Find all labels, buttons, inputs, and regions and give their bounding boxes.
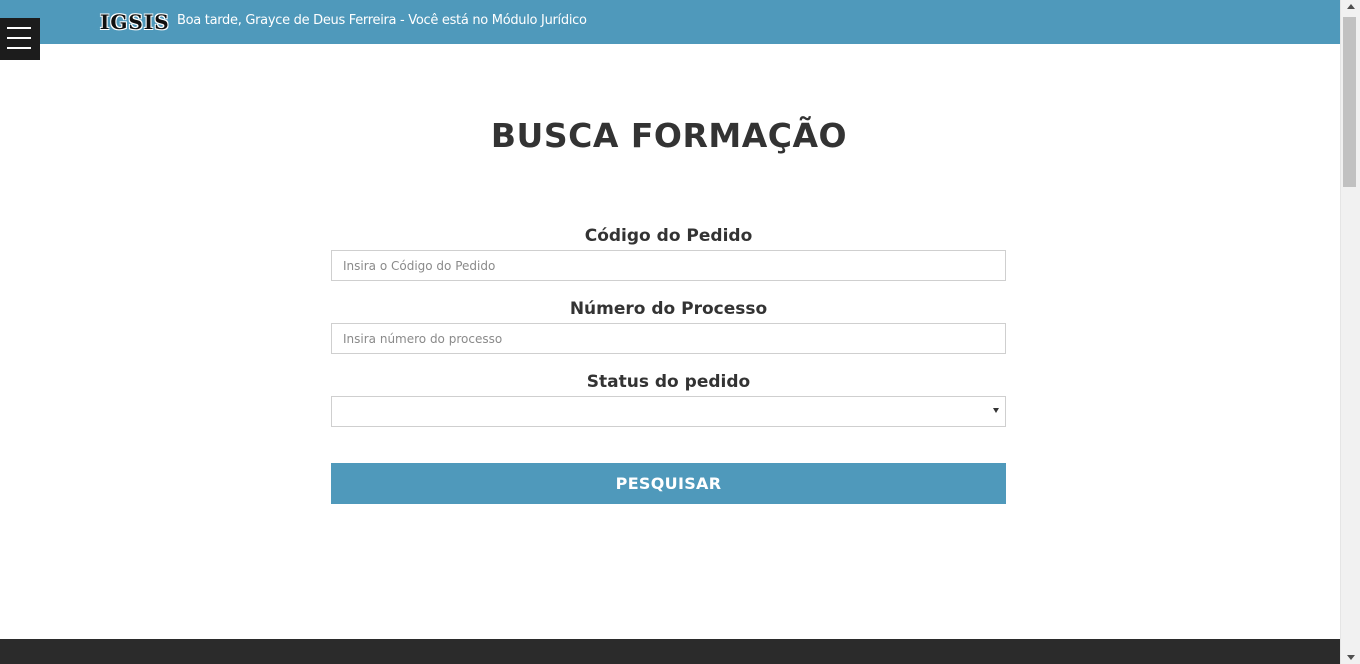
- codigo-pedido-label: Código do Pedido: [584, 226, 753, 246]
- status-pedido-label: Status do pedido: [586, 372, 751, 392]
- hamburger-menu-icon: [7, 27, 31, 29]
- top-navbar: IGSIS Boa tarde, Grayce de Deus Ferreira…: [0, 0, 1340, 44]
- pesquisar-button[interactable]: PESQUISAR: [331, 463, 1006, 504]
- hamburger-menu-icon: [7, 47, 31, 49]
- status-pedido-select[interactable]: [331, 396, 1006, 427]
- codigo-pedido-input[interactable]: [331, 250, 1006, 281]
- scroll-down-arrow-icon[interactable]: [1347, 655, 1355, 660]
- chevron-down-icon: [993, 408, 999, 413]
- vertical-scrollbar[interactable]: [1340, 0, 1360, 664]
- numero-processo-label: Número do Processo: [569, 299, 768, 319]
- page-footer: [0, 639, 1340, 664]
- numero-processo-input[interactable]: [331, 323, 1006, 354]
- search-form: Código do Pedido Número do Processo Stat…: [331, 224, 1006, 427]
- hamburger-menu-icon: [7, 37, 31, 39]
- scroll-up-arrow-icon[interactable]: [1347, 4, 1355, 9]
- greeting-text: Boa tarde, Grayce de Deus Ferreira - Voc…: [177, 13, 587, 28]
- page-title: BUSCA FORMAÇÃO: [490, 116, 848, 155]
- app-logo[interactable]: IGSIS: [100, 10, 170, 34]
- hamburger-menu-button[interactable]: [0, 18, 40, 60]
- scrollbar-thumb[interactable]: [1343, 17, 1356, 187]
